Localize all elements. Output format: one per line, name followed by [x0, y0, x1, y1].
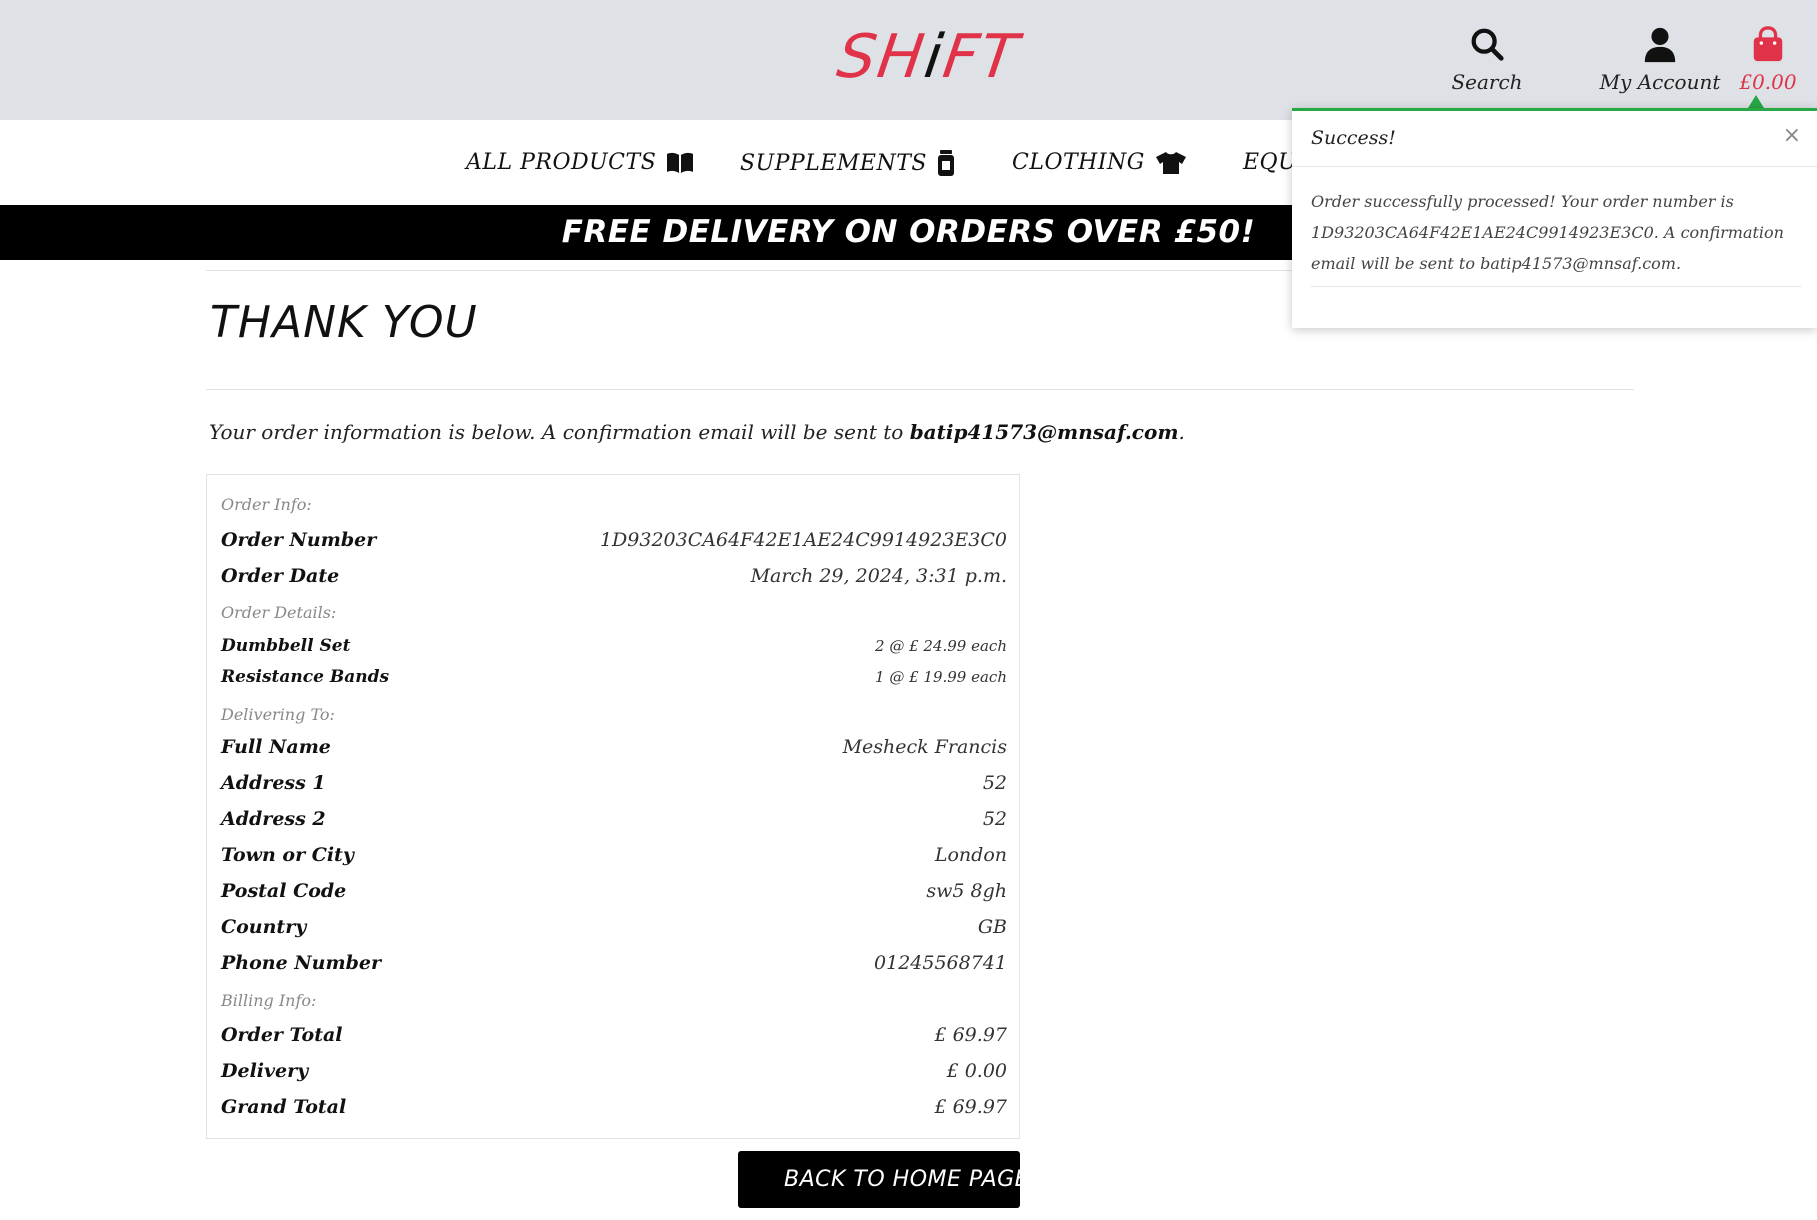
- nav-supplements-label: SUPPLEMENTS: [740, 150, 927, 176]
- billing-row: Grand Total £ 69.97: [221, 1096, 1007, 1118]
- order-date-label: Order Date: [221, 565, 340, 587]
- toast-message: Order successfully processed! Your order…: [1311, 192, 1784, 273]
- phone-label: Phone Number: [221, 952, 381, 974]
- delivery-row: Full Name Mesheck Francis: [221, 736, 1007, 758]
- full-name-value: Mesheck Francis: [842, 736, 1007, 758]
- country-value: GB: [977, 916, 1007, 938]
- town-label: Town or City: [221, 844, 354, 866]
- country-label: Country: [221, 916, 307, 938]
- nav-clothing[interactable]: CLOTHING: [1012, 150, 1187, 175]
- grand-total-value: £ 69.97: [934, 1096, 1007, 1118]
- tshirt-icon: [1155, 151, 1186, 174]
- full-name-label: Full Name: [221, 736, 331, 758]
- postal-code-label: Postal Code: [221, 880, 347, 902]
- intro-email: batip41573@mnsaf.com: [909, 420, 1179, 444]
- success-toast: Success! × Order successfully processed!…: [1292, 108, 1817, 328]
- nav-supplements[interactable]: SUPPLEMENTS: [740, 150, 955, 176]
- town-value: London: [934, 844, 1007, 866]
- toast-arrow: [1748, 95, 1764, 108]
- shopping-bag-link[interactable]: £0.00: [1728, 26, 1808, 94]
- address-1-value: 52: [982, 772, 1007, 794]
- my-account-link[interactable]: My Account: [1580, 26, 1740, 94]
- back-to-home-button[interactable]: BACK TO HOME PAGE: [738, 1151, 1029, 1208]
- book-icon: [667, 152, 694, 173]
- toast-header: Success! ×: [1292, 111, 1817, 167]
- postal-code-value: sw5 8gh: [926, 880, 1007, 902]
- search-link[interactable]: Search: [1442, 26, 1532, 94]
- order-item-row: Resistance Bands 1 @ £ 19.99 each: [221, 667, 1007, 687]
- shopping-bag-icon: [1753, 26, 1783, 62]
- search-label: Search: [1451, 70, 1523, 94]
- delivery-cost-label: Delivery: [221, 1060, 309, 1082]
- phone-value: 01245568741: [874, 952, 1007, 974]
- billing-info-heading: Billing Info:: [221, 991, 317, 1010]
- delivery-row: Postal Code sw5 8gh: [221, 880, 1007, 902]
- billing-row: Delivery £ 0.00: [221, 1060, 1007, 1082]
- intro-text: Your order information is below. A confi…: [209, 420, 904, 444]
- back-to-home-label: BACK TO HOME PAGE: [784, 1167, 1030, 1192]
- grand-total-label: Grand Total: [221, 1096, 347, 1118]
- item-detail: 1 @ £ 19.99 each: [875, 668, 1007, 686]
- intro-end: .: [1178, 420, 1185, 444]
- nav-all-products[interactable]: ALL PRODUCTS: [466, 150, 694, 175]
- toast-title: Success!: [1311, 127, 1396, 149]
- order-item-row: Dumbbell Set 2 @ £ 24.99 each: [221, 636, 1007, 656]
- delivery-row: Phone Number 01245568741: [221, 952, 1007, 974]
- logo-text-left: SH: [833, 22, 931, 92]
- order-details-heading: Order Details:: [221, 603, 337, 622]
- item-detail: 2 @ £ 24.99 each: [875, 637, 1007, 655]
- order-total-value: £ 69.97: [934, 1024, 1007, 1046]
- nav-all-products-label: ALL PRODUCTS: [466, 150, 657, 175]
- delivery-row: Town or City London: [221, 844, 1007, 866]
- my-account-label: My Account: [1599, 70, 1721, 94]
- order-date-row: Order Date March 29, 2024, 3:31 p.m.: [221, 565, 1007, 587]
- toast-divider: [1311, 286, 1801, 287]
- order-info-heading: Order Info:: [221, 495, 312, 514]
- order-number-value: 1D93203CA64F42E1AE24C9914923E3C0: [599, 529, 1007, 551]
- address-2-label: Address 2: [221, 808, 326, 830]
- delivery-cost-value: £ 0.00: [946, 1060, 1007, 1082]
- address-1-label: Address 1: [221, 772, 326, 794]
- item-name: Dumbbell Set: [221, 636, 351, 656]
- order-summary-card: Order Info: Order Number 1D93203CA64F42E…: [206, 474, 1020, 1139]
- nav-clothing-label: CLOTHING: [1012, 150, 1145, 175]
- order-number-row: Order Number 1D93203CA64F42E1AE24C991492…: [221, 529, 1007, 551]
- bag-total: £0.00: [1739, 70, 1797, 94]
- site-logo[interactable]: SHiFT: [0, 22, 1817, 92]
- billing-row: Order Total £ 69.97: [221, 1024, 1007, 1046]
- item-name: Resistance Bands: [221, 667, 390, 687]
- page-title: THANK YOU: [210, 297, 478, 348]
- delivery-row: Address 2 52: [221, 808, 1007, 830]
- divider-mid: [206, 389, 1634, 390]
- order-total-label: Order Total: [221, 1024, 343, 1046]
- logo-text-right: FT: [938, 22, 1024, 92]
- order-number-label: Order Number: [221, 529, 377, 551]
- order-intro-text: Your order information is below. A confi…: [209, 420, 1185, 444]
- search-icon: [1471, 28, 1504, 61]
- delivery-row: Address 1 52: [221, 772, 1007, 794]
- site-header: SHiFT Search My Account £0.00: [0, 0, 1817, 120]
- close-icon[interactable]: ×: [1783, 125, 1801, 147]
- address-2-value: 52: [982, 808, 1007, 830]
- order-date-value: March 29, 2024, 3:31 p.m.: [750, 565, 1007, 587]
- delivering-to-heading: Delivering To:: [221, 705, 335, 724]
- user-icon: [1644, 27, 1676, 63]
- delivery-row: Country GB: [221, 916, 1007, 938]
- supplement-jar-icon: [937, 150, 954, 176]
